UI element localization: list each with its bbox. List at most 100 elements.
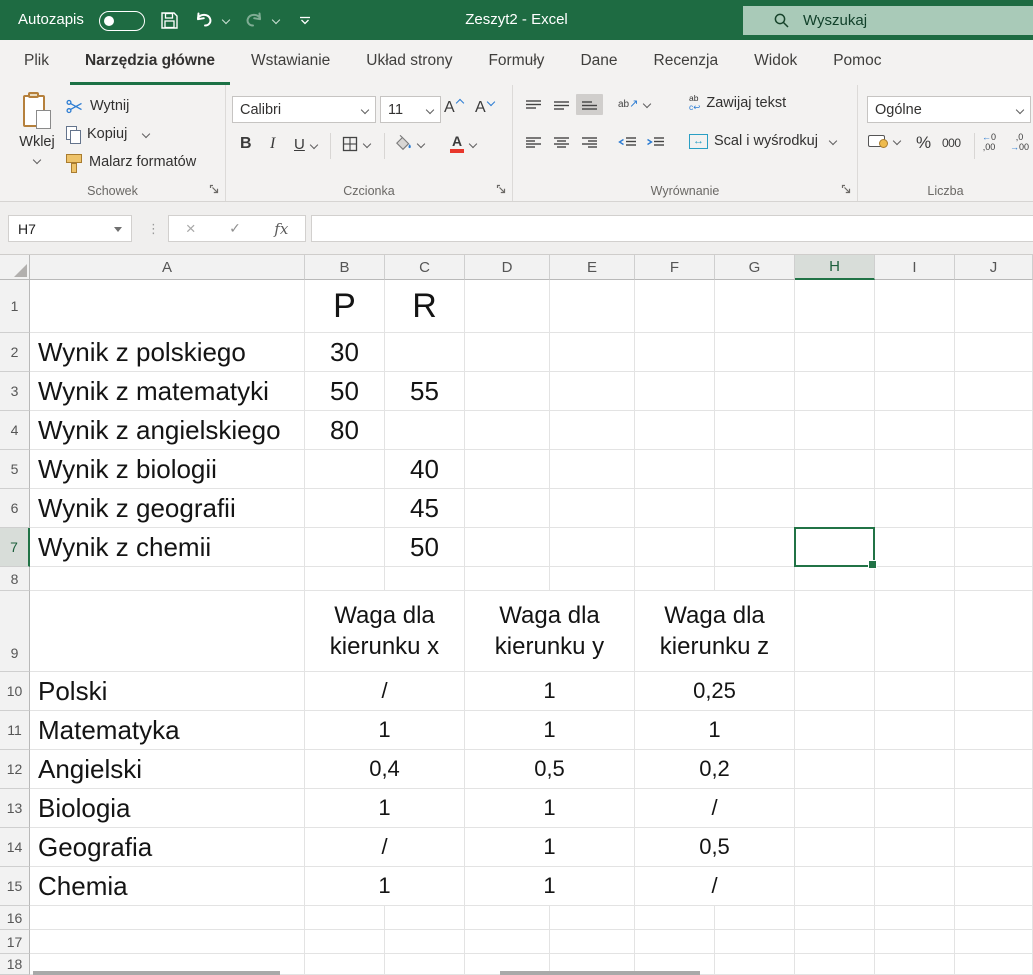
cell-E17[interactable] <box>550 930 635 954</box>
cell-F5[interactable] <box>635 450 715 489</box>
cell-J13[interactable] <box>955 789 1033 828</box>
cell-D17[interactable] <box>465 930 550 954</box>
tab-widok[interactable]: Widok <box>739 40 812 85</box>
tab-plik[interactable]: Plik <box>9 40 64 85</box>
column-header-E[interactable]: E <box>550 255 635 280</box>
cell-G17[interactable] <box>715 930 795 954</box>
cell-B5[interactable] <box>305 450 385 489</box>
cell-I9[interactable] <box>875 591 955 672</box>
column-header-F[interactable]: F <box>635 255 715 280</box>
paste-button[interactable]: Wklej <box>10 91 64 185</box>
fill-color-dropdown-icon[interactable] <box>417 139 425 147</box>
cell-B17[interactable] <box>305 930 385 954</box>
cell-F14[interactable]: 0,5 <box>635 828 795 867</box>
cell-A16[interactable] <box>30 906 305 930</box>
search-box[interactable]: Wyszukaj <box>743 6 1033 35</box>
cell-J1[interactable] <box>955 280 1033 333</box>
cell-E4[interactable] <box>550 411 635 450</box>
column-header-H[interactable]: H <box>795 255 875 280</box>
cell-D1[interactable] <box>465 280 550 333</box>
row-header-8[interactable]: 8 <box>0 567 30 591</box>
row-header-6[interactable]: 6 <box>0 489 30 528</box>
cell-I10[interactable] <box>875 672 955 711</box>
row-header-15[interactable]: 15 <box>0 867 30 906</box>
cell-F1[interactable] <box>635 280 715 333</box>
cell-F8[interactable] <box>635 567 715 591</box>
cell-G4[interactable] <box>715 411 795 450</box>
cell-H4[interactable] <box>795 411 875 450</box>
tab-uklad-strony[interactable]: Układ strony <box>351 40 467 85</box>
cell-D7[interactable] <box>465 528 550 567</box>
cell-C8[interactable] <box>385 567 465 591</box>
cell-C16[interactable] <box>385 906 465 930</box>
row-header-18[interactable]: 18 <box>0 954 30 975</box>
cell-G7[interactable] <box>715 528 795 567</box>
underline-button[interactable]: U <box>294 136 317 153</box>
formula-bar-splitter[interactable]: ⋮ <box>147 221 160 237</box>
cell-J14[interactable] <box>955 828 1033 867</box>
cell-C18[interactable] <box>385 954 465 975</box>
cell-D14[interactable]: 1 <box>465 828 635 867</box>
cell-G5[interactable] <box>715 450 795 489</box>
cell-J15[interactable] <box>955 867 1033 906</box>
font-color-button[interactable]: A <box>450 134 476 153</box>
cell-J11[interactable] <box>955 711 1033 750</box>
underline-dropdown-icon[interactable] <box>310 140 318 148</box>
row-header-12[interactable]: 12 <box>0 750 30 789</box>
row-header-2[interactable]: 2 <box>0 333 30 372</box>
cell-E16[interactable] <box>550 906 635 930</box>
row-header-11[interactable]: 11 <box>0 711 30 750</box>
cell-G1[interactable] <box>715 280 795 333</box>
cell-A5[interactable]: Wynik z biologii <box>30 450 305 489</box>
cell-J9[interactable] <box>955 591 1033 672</box>
cell-B6[interactable] <box>305 489 385 528</box>
wrap-text-button[interactable]: abc↩ Zawijaj tekst <box>689 94 786 112</box>
cell-B12[interactable]: 0,4 <box>305 750 465 789</box>
cell-H1[interactable] <box>795 280 875 333</box>
cell-B7[interactable] <box>305 528 385 567</box>
cell-A17[interactable] <box>30 930 305 954</box>
cell-I5[interactable] <box>875 450 955 489</box>
cell-D5[interactable] <box>465 450 550 489</box>
cell-J10[interactable] <box>955 672 1033 711</box>
cell-C2[interactable] <box>385 333 465 372</box>
row-header-17[interactable]: 17 <box>0 930 30 954</box>
cell-H15[interactable] <box>795 867 875 906</box>
cell-J2[interactable] <box>955 333 1033 372</box>
cell-F4[interactable] <box>635 411 715 450</box>
cell-B4[interactable]: 80 <box>305 411 385 450</box>
cell-I4[interactable] <box>875 411 955 450</box>
cell-J6[interactable] <box>955 489 1033 528</box>
cell-A2[interactable]: Wynik z polskiego <box>30 333 305 372</box>
name-box-dropdown-icon[interactable] <box>114 227 122 232</box>
cut-button[interactable]: Wytnij <box>66 93 129 119</box>
row-header-1[interactable]: 1 <box>0 280 30 333</box>
align-center-button[interactable] <box>553 136 570 149</box>
cell-H10[interactable] <box>795 672 875 711</box>
cell-A1[interactable] <box>30 280 305 333</box>
cell-I1[interactable] <box>875 280 955 333</box>
cell-A6[interactable]: Wynik z geografii <box>30 489 305 528</box>
cell-H13[interactable] <box>795 789 875 828</box>
cell-A4[interactable]: Wynik z angielskiego <box>30 411 305 450</box>
merge-center-button[interactable]: ↔ Scal i wyśrodkuj <box>689 133 836 149</box>
align-right-button[interactable] <box>581 136 598 149</box>
cell-D4[interactable] <box>465 411 550 450</box>
cell-E5[interactable] <box>550 450 635 489</box>
cell-I15[interactable] <box>875 867 955 906</box>
cell-A11[interactable]: Matematyka <box>30 711 305 750</box>
font-name-dropdown-icon[interactable] <box>361 105 369 113</box>
cell-F6[interactable] <box>635 489 715 528</box>
name-box[interactable]: H7 <box>8 215 132 242</box>
cell-H3[interactable] <box>795 372 875 411</box>
cell-C3[interactable]: 55 <box>385 372 465 411</box>
cell-I3[interactable] <box>875 372 955 411</box>
column-header-A[interactable]: A <box>30 255 305 280</box>
cell-I14[interactable] <box>875 828 955 867</box>
font-name-combo[interactable]: Calibri <box>232 96 376 123</box>
align-bottom-button[interactable] <box>576 94 603 115</box>
enter-icon[interactable]: ✓ <box>229 220 241 237</box>
cell-C17[interactable] <box>385 930 465 954</box>
cell-A12[interactable]: Angielski <box>30 750 305 789</box>
orientation-dropdown-icon[interactable] <box>643 99 651 107</box>
